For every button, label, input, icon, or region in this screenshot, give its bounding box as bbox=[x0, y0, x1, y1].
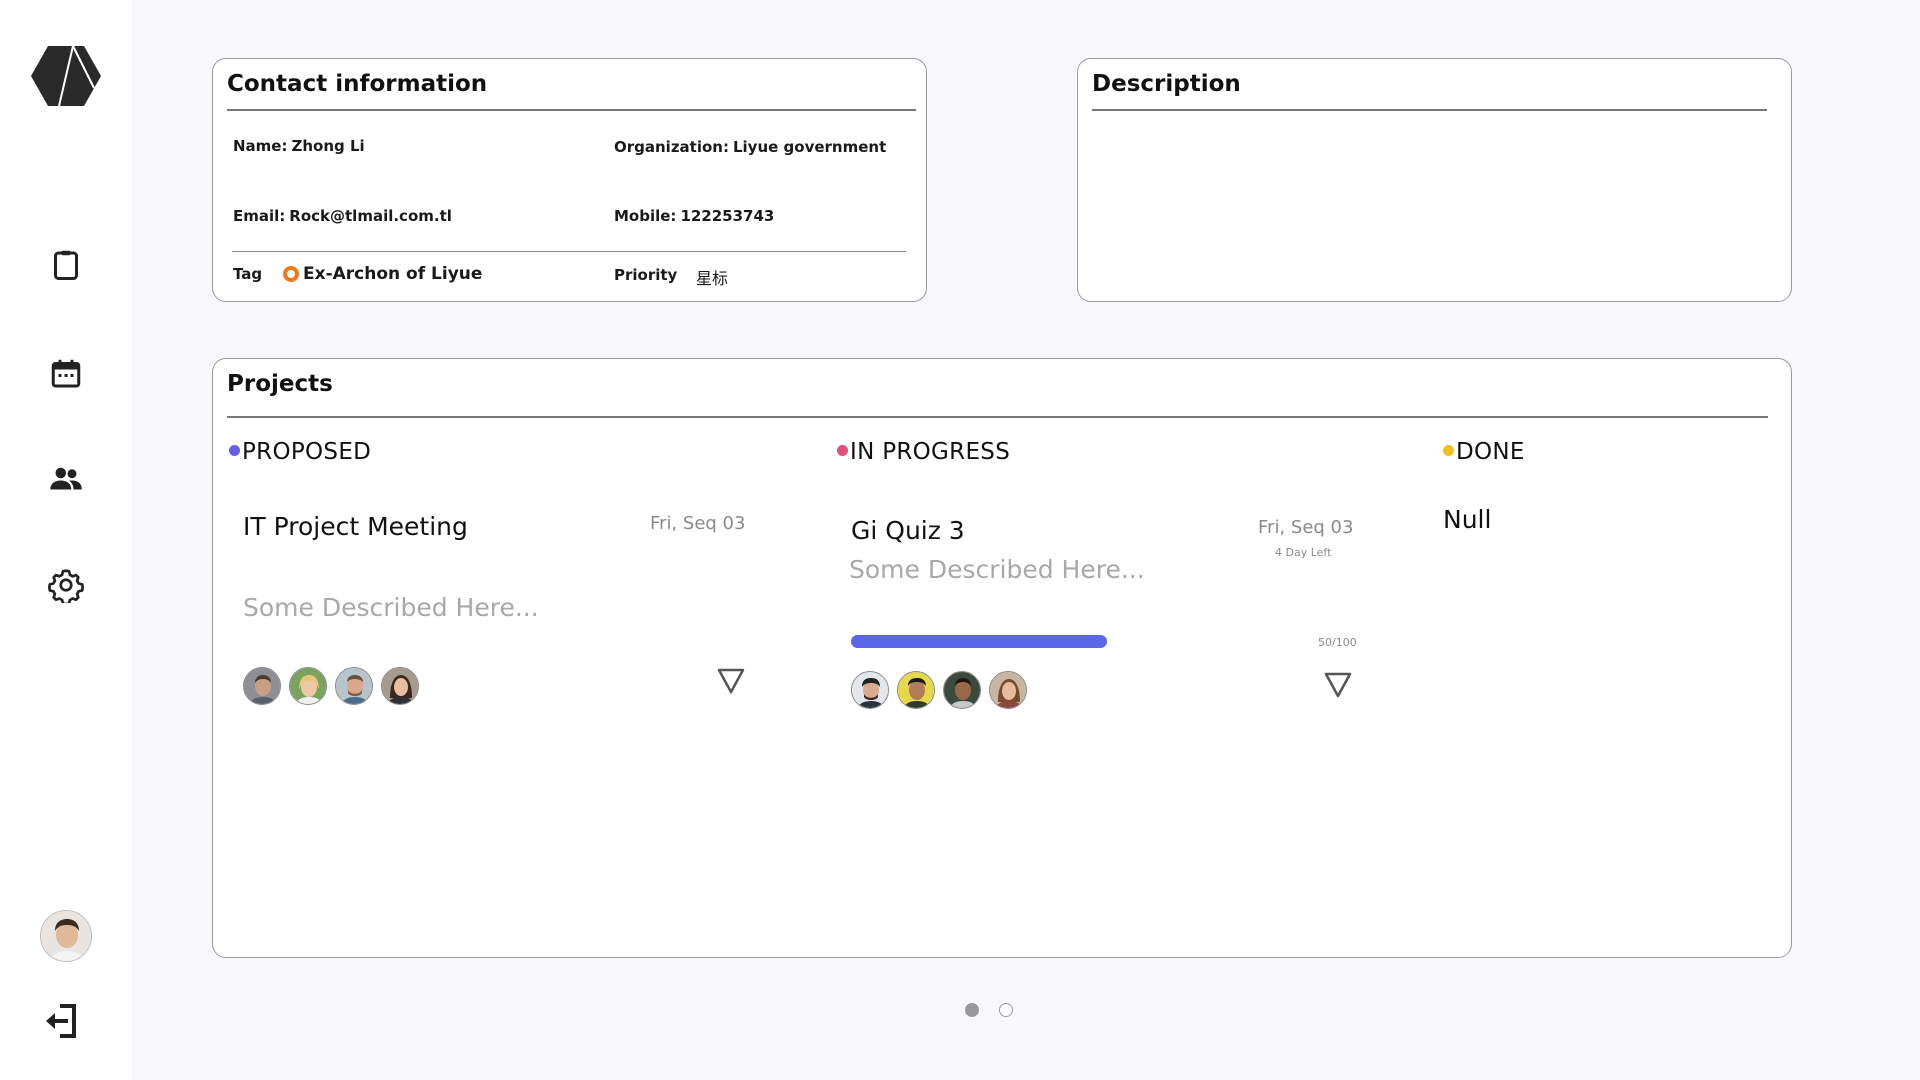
column-status-label: DONE bbox=[1456, 439, 1525, 465]
progress-text: 50/100 bbox=[1318, 636, 1357, 649]
hexagon-logo-icon[interactable] bbox=[31, 45, 101, 107]
progress-bar-fill bbox=[851, 635, 1107, 648]
email-field: Email: Rock@tlmail.com.tl bbox=[233, 207, 452, 225]
logout-icon[interactable] bbox=[44, 1001, 86, 1041]
contact-card-title: Contact information bbox=[227, 71, 488, 97]
status-dot bbox=[837, 445, 848, 456]
user-avatar[interactable] bbox=[40, 910, 92, 962]
expand-triangle-icon[interactable] bbox=[1323, 671, 1353, 699]
mobile-label: Mobile: bbox=[614, 207, 677, 225]
empty-column-text: Null bbox=[1443, 505, 1492, 534]
projects-title: Projects bbox=[227, 371, 333, 397]
project-description: Some Described Here... bbox=[243, 593, 539, 622]
calendar-icon[interactable] bbox=[46, 354, 86, 394]
page-dot-2[interactable] bbox=[999, 1003, 1013, 1017]
status-dot bbox=[229, 445, 240, 456]
expand-triangle-icon[interactable] bbox=[716, 667, 746, 695]
column-header-in-progress: IN PROGRESS bbox=[837, 439, 1010, 465]
organization-field: Organization: Liyue government bbox=[614, 138, 886, 156]
column-header-done: DONE bbox=[1443, 439, 1525, 465]
people-icon[interactable] bbox=[46, 459, 86, 499]
member-avatar[interactable] bbox=[289, 667, 327, 705]
member-avatar[interactable] bbox=[989, 671, 1027, 709]
column-status-label: IN PROGRESS bbox=[850, 439, 1011, 465]
page-indicator bbox=[965, 1003, 1013, 1017]
title-divider bbox=[227, 109, 916, 111]
email-value: Rock@tlmail.com.tl bbox=[289, 207, 452, 225]
name-field: Name: Zhong Li bbox=[233, 137, 365, 155]
contact-information-card: Contact information Name: Zhong Li Organi… bbox=[212, 58, 927, 302]
column-header-proposed: PROPOSED bbox=[229, 439, 371, 465]
project-title[interactable]: IT Project Meeting bbox=[243, 512, 468, 541]
member-avatar[interactable] bbox=[381, 667, 419, 705]
gear-icon[interactable] bbox=[46, 565, 86, 605]
title-divider bbox=[1092, 109, 1767, 111]
priority-value[interactable]: 星标 bbox=[696, 265, 728, 289]
projects-card: Projects PROPOSED IT Project Meeting Fri… bbox=[212, 358, 1792, 958]
member-avatar[interactable] bbox=[851, 671, 889, 709]
title-divider bbox=[227, 416, 1768, 418]
tag-label: Tag bbox=[233, 265, 263, 283]
description-title: Description bbox=[1092, 71, 1241, 97]
status-dot bbox=[1443, 445, 1454, 456]
name-value: Zhong Li bbox=[291, 137, 365, 155]
member-avatar[interactable] bbox=[897, 671, 935, 709]
email-label: Email: bbox=[233, 207, 286, 225]
member-avatar[interactable] bbox=[335, 667, 373, 705]
page-dot-1[interactable] bbox=[965, 1003, 979, 1017]
mobile-field: Mobile: 122253743 bbox=[614, 207, 774, 225]
member-avatar[interactable] bbox=[943, 671, 981, 709]
project-date: Fri, Seq 03 bbox=[1258, 517, 1354, 538]
fields-divider bbox=[232, 251, 906, 252]
tag-chip[interactable]: Ex-Archon of Liyue bbox=[283, 264, 482, 284]
clipboard-icon[interactable] bbox=[46, 245, 86, 285]
project-title[interactable]: Gi Quiz 3 bbox=[851, 516, 965, 545]
tag-color-indicator bbox=[283, 266, 299, 282]
name-label: Name: bbox=[233, 137, 288, 155]
project-description: Some Described Here... bbox=[849, 555, 1145, 584]
column-status-label: PROPOSED bbox=[242, 439, 372, 465]
description-card: Description bbox=[1077, 58, 1792, 302]
organization-value: Liyue government bbox=[732, 138, 887, 156]
tag-value: Ex-Archon of Liyue bbox=[303, 264, 483, 284]
organization-label: Organization: bbox=[614, 138, 729, 156]
progress-bar bbox=[851, 635, 1363, 648]
member-avatars bbox=[243, 667, 419, 705]
member-avatar[interactable] bbox=[243, 667, 281, 705]
sidebar bbox=[0, 0, 132, 1080]
mobile-value: 122253743 bbox=[680, 207, 775, 225]
project-date: Fri, Seq 03 bbox=[650, 513, 746, 534]
member-avatars bbox=[851, 671, 1027, 709]
priority-label: Priority bbox=[614, 266, 678, 284]
days-left-text: 4 Day Left bbox=[1275, 546, 1332, 559]
